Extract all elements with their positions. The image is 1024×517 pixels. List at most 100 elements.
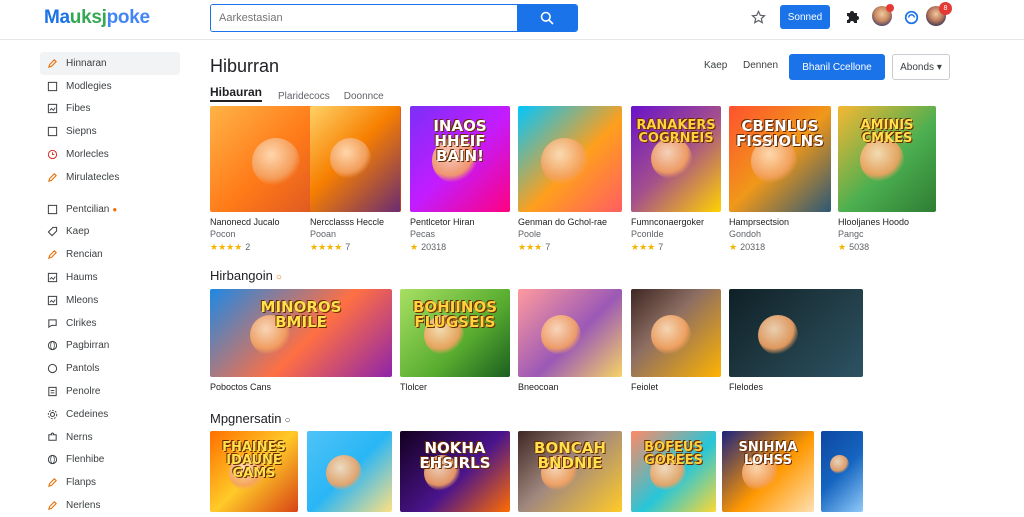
game-card-thumbnail[interactable] — [729, 289, 863, 377]
sidebar-item[interactable]: Rencian — [40, 243, 180, 266]
sidebar-item[interactable]: Pagbirran — [40, 335, 180, 358]
sidebar-item-label: Mleons — [66, 294, 99, 306]
game-card-thumbnail[interactable]: CBENLUS FISSIOLNS — [729, 106, 831, 212]
game-card-thumbnail[interactable]: BONCAH BNDNIE — [518, 431, 622, 512]
character-illustration — [252, 138, 300, 186]
subtab-active[interactable]: Hibauran — [210, 85, 263, 102]
rating-stars: ★★★★ 7 — [310, 242, 350, 253]
card-subtitle: Pangc — [838, 229, 864, 239]
sort-dropdown[interactable]: Abonds ▾ — [892, 54, 950, 80]
game-card-thumbnail[interactable] — [307, 431, 392, 512]
sidebar-item[interactable]: Siepns — [40, 120, 180, 143]
sidebar-item[interactable]: Nerns — [40, 426, 180, 449]
game-card-thumbnail[interactable]: INAOS HHEIF BAIN! — [410, 106, 510, 212]
game-card-thumbnail[interactable]: MINOROS BMILE — [210, 289, 392, 377]
sidebar-item-label: Flanps — [66, 477, 97, 489]
card-title[interactable]: Hamprsectsion — [729, 217, 789, 227]
sidebar-item[interactable]: Morlecles — [40, 143, 180, 166]
card-title[interactable]: Pentlcetor Hiran — [410, 217, 475, 227]
sidebar-item[interactable]: Modlegies — [40, 75, 180, 98]
sidebar-item-label: Fibes — [66, 103, 91, 115]
card-title[interactable]: Feiolet — [631, 382, 658, 392]
site-logo[interactable]: Mauksjpoke — [44, 7, 150, 29]
primary-action-button[interactable]: Bhanil Ccellone — [789, 54, 885, 80]
game-card-thumbnail[interactable]: AMINIS CMKES — [838, 106, 936, 212]
sidebar-item[interactable]: Kaep — [40, 221, 180, 244]
card-subtitle: Pocon — [210, 229, 236, 239]
card-title[interactable]: Bneocoan — [518, 382, 559, 392]
search-input[interactable] — [211, 5, 517, 31]
thumbnail-title-art: AMINIS CMKES — [860, 118, 914, 146]
game-card-thumbnail[interactable] — [310, 106, 400, 212]
puzzle-icon[interactable] — [843, 8, 861, 26]
search-button[interactable] — [517, 5, 577, 31]
sidebar-item[interactable]: Mleons — [40, 289, 180, 312]
square-icon — [46, 126, 58, 138]
game-card-thumbnail[interactable] — [518, 106, 622, 212]
section-heading: Hirbangoin ○ — [210, 268, 282, 283]
sidebar-item-label: Siepns — [66, 126, 97, 138]
rating-count: 7 — [658, 242, 664, 252]
sidebar-item[interactable]: Cedeines — [40, 403, 180, 426]
game-card-thumbnail[interactable] — [631, 289, 721, 377]
star-icon: ★★★ — [518, 242, 543, 252]
subtab[interactable]: Doonnce — [344, 91, 384, 102]
sidebar-item[interactable]: Fibes — [40, 98, 180, 121]
star-icon: ★ — [410, 242, 419, 252]
tab-dennen[interactable]: Dennen — [743, 60, 778, 71]
star-icon[interactable] — [749, 8, 767, 26]
game-card-thumbnail[interactable]: NOKHA EHSIRLS — [400, 431, 510, 512]
card-title[interactable]: Hlooljanes Hoodo — [838, 217, 909, 227]
rating-stars: ★★★★ 2 — [210, 242, 250, 253]
thumbnail-title-art: BONCAH BNDNIE — [534, 439, 606, 472]
globe-icon[interactable] — [902, 8, 920, 26]
status-dot: ● — [112, 204, 118, 214]
game-card-thumbnail[interactable]: FHAINES IDAUNE GAMS — [210, 431, 298, 512]
sidebar: Hinnaran Modlegies Fibes Siepns Morlecles Mir… — [40, 52, 180, 517]
game-card-thumbnail[interactable] — [821, 431, 863, 512]
globe-icon — [46, 340, 58, 352]
sidebar-item-label: Rencian — [66, 249, 103, 261]
game-card-thumbnail[interactable] — [518, 289, 622, 377]
sidebar-item[interactable]: Hinnaran — [40, 52, 180, 75]
sign-in-button[interactable]: Sonned — [780, 5, 830, 29]
sidebar-item[interactable]: Flanps — [40, 471, 180, 494]
card-title[interactable]: Nanonecd Jucalo — [210, 217, 280, 227]
card-subtitle: Pconlde — [631, 229, 664, 239]
thumbnail-title-art: MINOROS BMILE — [260, 298, 342, 331]
card-title[interactable]: Tlolcer — [400, 382, 427, 392]
sidebar-item[interactable]: Haums — [40, 266, 180, 289]
sidebar-item[interactable]: Nerlens — [40, 494, 180, 517]
pencil-icon — [46, 500, 58, 512]
rating-count: 20318 — [740, 242, 766, 252]
sidebar-item[interactable]: Pentcilian ● — [40, 198, 180, 221]
sidebar-item-label: Mirulatecles — [66, 171, 120, 183]
sidebar-item[interactable]: Flenhibe — [40, 449, 180, 472]
tab-kaep[interactable]: Kaep — [704, 60, 727, 71]
tag-icon — [46, 226, 58, 238]
notification-badge: 8 — [939, 2, 952, 15]
card-subtitle: Poole — [518, 229, 542, 239]
game-card-thumbnail[interactable]: BOHIINOS FLUGSEIS — [400, 289, 510, 377]
star-icon: ★★★★ — [210, 242, 243, 252]
game-card-thumbnail[interactable]: SNIHMA LOHSS — [722, 431, 814, 512]
sidebar-item[interactable]: Clrikes — [40, 312, 180, 335]
image-icon — [46, 272, 58, 284]
sidebar-item[interactable]: Penolre — [40, 380, 180, 403]
card-title[interactable]: Flelodes — [729, 382, 763, 392]
sidebar-item[interactable]: Mirulatecles — [40, 166, 180, 189]
rating-count: 7 — [545, 242, 551, 252]
subtab[interactable]: Plaridecocs — [278, 91, 330, 102]
status-badge — [886, 4, 894, 12]
sidebar-item-label: Pagbirran — [66, 340, 110, 352]
card-title[interactable]: Genman do Gchol-rae — [518, 217, 607, 227]
card-title[interactable]: Poboctos Cans — [210, 382, 271, 392]
card-title[interactable]: Fumnconaergoker — [631, 217, 704, 227]
game-card-thumbnail[interactable]: RANAKERS COGRNEIS — [631, 106, 721, 212]
game-card-thumbnail[interactable]: BOFEUS GOREES — [631, 431, 716, 512]
thumbnail-title-art: NOKHA EHSIRLS — [419, 439, 491, 472]
character-illustration — [541, 138, 588, 185]
sidebar-item[interactable]: Pantols — [40, 357, 180, 380]
sidebar-item-label: Cedeines — [66, 408, 109, 420]
card-title[interactable]: Nercclasss Heccle — [310, 217, 384, 227]
